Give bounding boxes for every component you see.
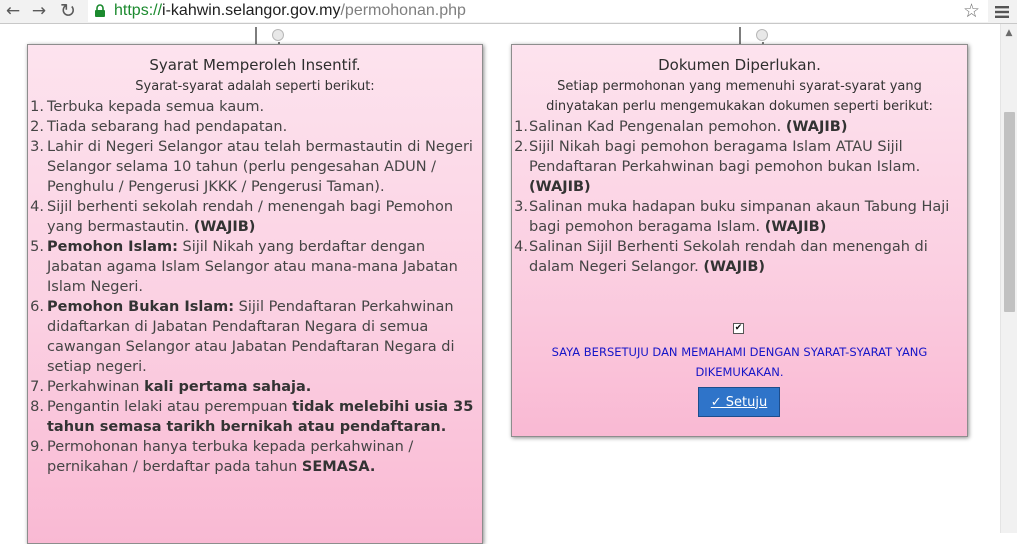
page-scrollbar[interactable]: ▲ [1000, 24, 1017, 533]
document-item: 4. Salinan Sijil Berhenti Sekolah rendah … [514, 239, 928, 275]
documents-card: Dokumen Diperlukan. Setiap permohonan ya… [511, 44, 968, 437]
right-pin-icon [756, 29, 768, 41]
requirements-card: Syarat Memperoleh Insentif. Syarat-syara… [27, 44, 483, 544]
documents-title: Dokumen Diperlukan. [658, 56, 821, 74]
requirement-item: 4. Sijil berhenti sekolah rendah / meneng… [30, 199, 454, 235]
menu-icon[interactable] [991, 0, 1013, 23]
url-text[interactable]: https://i-kahwin.selangor.gov.my/permoho… [114, 2, 466, 20]
requirement-item: 8. Pengantin lelaki atau perempuan tidak … [30, 399, 474, 435]
scroll-up-arrow-icon[interactable]: ▲ [1001, 26, 1017, 40]
document-item: 3. Salinan muka hadapan buku simpanan aka… [514, 199, 950, 235]
requirement-item: 5. Pemohon Islam: Sijil Nikah yang berdaf… [30, 239, 458, 295]
document-item: 1. Salinan Kad Pengenalan pemohon. (WAJIB… [514, 119, 848, 135]
url-scheme: https:// [114, 2, 163, 19]
bookmark-star-icon[interactable]: ☆ [963, 0, 980, 22]
forward-arrow-icon[interactable]: → [28, 0, 50, 23]
url-host: i-kahwin.selangor.gov.my [162, 2, 341, 19]
requirement-item: 3. Lahir di Negeri Selangor atau telah be… [30, 139, 473, 195]
requirement-item: 1. Terbuka kepada semua kaum. [30, 99, 265, 115]
back-arrow-icon[interactable]: ← [2, 0, 24, 23]
requirements-title: Syarat Memperoleh Insentif. [149, 56, 361, 74]
requirements-subtitle: Syarat-syarat adalah seperti berikut: [135, 79, 375, 94]
scroll-thumb[interactable] [1004, 112, 1015, 312]
agree-button[interactable]: ✓ Setuju [698, 387, 780, 417]
document-item: 2. Sijil Nikah bagi pemohon beragama Isla… [514, 139, 921, 195]
requirement-item: 2. Tiada sebarang had pendapatan. [30, 119, 288, 135]
browser-toolbar: ← → ↻ https://i-kahwin.selangor.gov.my/p… [0, 0, 1017, 24]
lock-icon [92, 0, 108, 22]
requirements-list: 1. Terbuka kepada semua kaum. 2. Tiada seb… [28, 97, 482, 477]
agree-statement: SAYA BERSETUJU DAN MEMAHAMI DENGAN SYARA… [551, 345, 928, 379]
address-bar[interactable]: https://i-kahwin.selangor.gov.my/permoho… [88, 0, 988, 22]
reload-icon[interactable]: ↻ [57, 0, 79, 23]
documents-subtitle: Setiap permohonan yang memenuhi syarat-s… [546, 79, 933, 114]
agree-checkbox[interactable]: ✔ [733, 323, 744, 334]
requirement-item: 9. Permohonan hanya terbuka kepada perkah… [30, 439, 414, 475]
documents-list: 1. Salinan Kad Pengenalan pemohon. (WAJIB… [512, 117, 967, 277]
left-pin-icon [272, 29, 284, 41]
requirement-item: 6. Pemohon Bukan Islam: Sijil Pendaftaran… [30, 299, 455, 375]
requirement-item: 7. Perkahwinan kali pertama sahaja. [30, 379, 312, 395]
url-path: /permohonan.php [340, 2, 466, 19]
